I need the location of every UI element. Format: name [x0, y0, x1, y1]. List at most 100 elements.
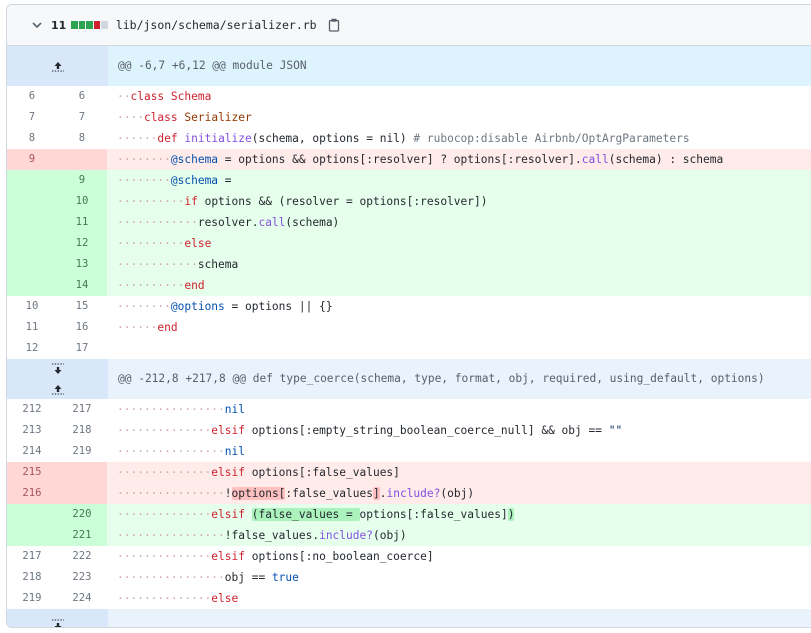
- old-line-number[interactable]: 214: [7, 441, 57, 462]
- code-line: ··············elsif options[:false_value…: [107, 462, 811, 483]
- diff-body: @@ -6,7 +6,12 @@ module JSON 6 6 ··class S…: [7, 46, 811, 627]
- new-line-number[interactable]: 218: [57, 420, 107, 441]
- new-line-number[interactable]: 11: [57, 212, 107, 233]
- old-line-number[interactable]: [7, 233, 57, 254]
- code-line: ················obj == true: [117, 571, 299, 584]
- old-line-number[interactable]: [7, 212, 57, 233]
- hunk-header-text: @@ -212,8 +217,8 @@ def type_coerce(sche…: [108, 359, 811, 399]
- code-line: ··············elsif options[:no_boolean_…: [117, 550, 434, 563]
- diff-line-context: 7 7 ····class Serializer: [7, 107, 811, 128]
- new-line-number[interactable]: 13: [57, 254, 107, 275]
- new-line-number[interactable]: 220: [57, 504, 107, 525]
- file-path[interactable]: lib/json/schema/serializer.rb: [116, 18, 317, 32]
- old-line-number[interactable]: 11: [7, 317, 57, 338]
- diffstat-block: [93, 21, 101, 29]
- expand-gutter: [7, 359, 108, 399]
- diffstat-block: [86, 21, 93, 29]
- code-line: ··········end: [107, 275, 811, 296]
- diff-line-context: 12 17: [7, 338, 811, 359]
- new-line-number[interactable]: 16: [57, 317, 107, 338]
- old-line-number[interactable]: [7, 275, 57, 296]
- diff-line-context: 10 15 ········@options = options || {}: [7, 296, 811, 317]
- new-line-number[interactable]: 14: [57, 275, 107, 296]
- old-line-number[interactable]: 218: [7, 567, 57, 588]
- old-line-number[interactable]: 217: [7, 546, 57, 567]
- expand-down-icon: [51, 619, 64, 627]
- diff-line-added: 13 ············schema: [7, 254, 811, 275]
- old-line-number[interactable]: [7, 504, 57, 525]
- expand-down-icon: [51, 363, 64, 374]
- new-line-number[interactable]: 224: [57, 588, 107, 609]
- code-line: ········@options = options || {}: [117, 300, 333, 313]
- new-line-number[interactable]: 15: [57, 296, 107, 317]
- old-line-number[interactable]: 212: [7, 399, 57, 420]
- expand-up-icon: [51, 385, 64, 395]
- code-line: ················nil: [117, 445, 245, 458]
- code-line: ················!false_values.include?(o…: [107, 525, 811, 546]
- expand-up-button[interactable]: [7, 56, 108, 76]
- new-line-number[interactable]: 219: [57, 441, 107, 462]
- hunk-header: @@ -212,8 +217,8 @@ def type_coerce(sche…: [7, 359, 811, 399]
- expand-up-button[interactable]: [7, 379, 108, 399]
- old-line-number[interactable]: 213: [7, 420, 57, 441]
- new-line-number[interactable]: 223: [57, 567, 107, 588]
- file-header: 11 lib/json/schema/serializer.rb: [7, 5, 811, 46]
- expand-gutter: [7, 46, 108, 86]
- hunk-header: @@ -6,7 +6,12 @@ module JSON: [7, 46, 811, 86]
- changes-count: 11: [51, 18, 67, 32]
- old-line-number[interactable]: 219: [7, 588, 57, 609]
- old-line-number[interactable]: 8: [7, 128, 57, 149]
- new-line-number[interactable]: 217: [57, 399, 107, 420]
- expand-down-button[interactable]: [7, 609, 108, 627]
- expand-bottom-fill: [108, 609, 811, 627]
- hunk-header-text: @@ -6,7 +6,12 @@ module JSON: [108, 46, 811, 86]
- old-line-number[interactable]: 10: [7, 296, 57, 317]
- code-line: ················nil: [117, 403, 245, 416]
- diff-line-context: 213 218 ··············elsif options[:empty…: [7, 420, 811, 441]
- code-line: ············schema: [107, 254, 811, 275]
- code-line: ········@schema = options && options[:re…: [107, 149, 811, 170]
- diff-file: 11 lib/json/schema/serializer.rb @@ -6,7…: [6, 4, 811, 628]
- new-line-number[interactable]: 6: [57, 86, 107, 107]
- new-line-number[interactable]: 8: [57, 128, 107, 149]
- new-line-number[interactable]: [57, 483, 107, 504]
- expand-down-button[interactable]: [7, 359, 108, 379]
- new-line-number[interactable]: 17: [57, 338, 107, 359]
- diff-line-removed: 215 ··············elsif options[:false_va…: [7, 462, 811, 483]
- code-line: ··class Schema: [117, 90, 212, 103]
- diff-line-added: 11 ············resolver.call(schema): [7, 212, 811, 233]
- diff-line-context: 217 222 ··············elsif options[:no_bo…: [7, 546, 811, 567]
- copy-icon[interactable]: [327, 18, 341, 33]
- old-line-number[interactable]: [7, 525, 57, 546]
- new-line-number[interactable]: 222: [57, 546, 107, 567]
- code-line: ····class Serializer: [117, 111, 252, 124]
- old-line-number[interactable]: 6: [7, 86, 57, 107]
- new-line-number[interactable]: 7: [57, 107, 107, 128]
- old-line-number[interactable]: 7: [7, 107, 57, 128]
- diff-line-removed: 216 ················!options[:false_value…: [7, 483, 811, 504]
- code-line: ··········else: [107, 233, 811, 254]
- code-line: ··········if options && (resolver = opti…: [107, 191, 811, 212]
- old-line-number[interactable]: [7, 254, 57, 275]
- code-line: ········@schema =: [107, 170, 811, 191]
- old-line-number[interactable]: 9: [7, 149, 57, 170]
- old-line-number[interactable]: 216: [7, 483, 57, 504]
- chevron-down-icon[interactable]: [30, 18, 44, 32]
- old-line-number[interactable]: [7, 170, 57, 191]
- new-line-number[interactable]: [57, 149, 107, 170]
- code-line: ······end: [117, 321, 178, 334]
- new-line-number[interactable]: 12: [57, 233, 107, 254]
- diffstat-block: [71, 21, 78, 29]
- new-line-number[interactable]: 9: [57, 170, 107, 191]
- new-line-number[interactable]: [57, 462, 107, 483]
- diff-line-added: 221 ················!false_values.include…: [7, 525, 811, 546]
- diff-line-added: 14 ··········end: [7, 275, 811, 296]
- old-line-number[interactable]: [7, 191, 57, 212]
- code-line: ······def initialize(schema, options = n…: [117, 132, 690, 145]
- old-line-number[interactable]: 215: [7, 462, 57, 483]
- new-line-number[interactable]: 221: [57, 525, 107, 546]
- old-line-number[interactable]: 12: [7, 338, 57, 359]
- diff-line-context: 219 224 ··············else: [7, 588, 811, 609]
- diffstat-block: [78, 21, 86, 29]
- new-line-number[interactable]: 10: [57, 191, 107, 212]
